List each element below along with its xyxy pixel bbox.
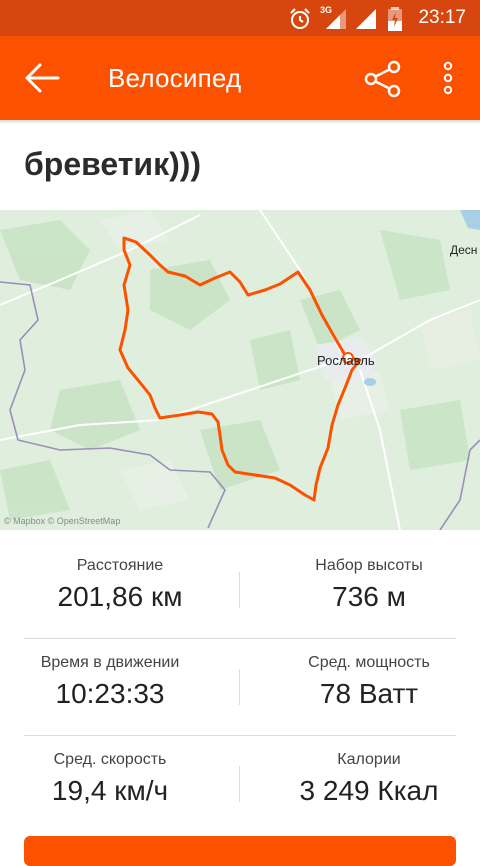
stat-label: Калории — [337, 751, 401, 768]
stat-distance: Расстояние 201,86 км — [0, 557, 240, 613]
stat-label: Набор высоты — [315, 557, 423, 574]
stat-value: 736 м — [332, 581, 406, 612]
share-icon[interactable] — [364, 60, 402, 98]
status-time: 23:17 — [418, 7, 466, 28]
row-divider — [24, 735, 456, 736]
stat-value: 19,4 км/ч — [51, 775, 169, 806]
column-divider — [239, 572, 240, 608]
map-label-edge-town: Десн — [450, 243, 477, 257]
stat-value: 201,86 км — [57, 581, 183, 612]
stat-label: Сред. мощность — [308, 654, 430, 671]
stat-calories: Калории 3 249 Ккал — [249, 751, 480, 807]
signal-strength-icon — [356, 9, 376, 29]
map-label-city: Рославль — [317, 353, 375, 368]
column-divider — [239, 766, 240, 802]
stat-value: 3 249 Ккал — [299, 775, 439, 806]
column-divider — [239, 669, 240, 705]
stat-moving-time: Время в движении 10:23:33 — [0, 654, 230, 710]
stat-value: 10:23:33 — [55, 678, 165, 709]
row-divider — [24, 638, 456, 639]
bottom-action-button[interactable] — [24, 836, 456, 866]
stat-value: 78 Ватт — [319, 678, 419, 709]
stat-label: Сред. скорость — [53, 751, 167, 768]
map-attribution: © Mapbox © OpenStreetMap — [4, 516, 120, 526]
stat-label: Время в движении — [40, 654, 180, 671]
alarm-icon — [290, 8, 310, 29]
app-bar-shadow — [0, 120, 480, 124]
more-options-icon[interactable] — [438, 58, 458, 98]
stat-avg-speed: Сред. скорость 19,4 км/ч — [0, 751, 230, 807]
page-title: Велосипед — [108, 63, 242, 93]
back-arrow-icon[interactable] — [22, 60, 62, 96]
stat-elevation-gain: Набор высоты 736 м — [249, 557, 480, 613]
route-map[interactable]: Десн Рославль © Mapbox © OpenStreetMap — [0, 210, 480, 530]
app-bar: Велосипед — [0, 36, 480, 120]
status-bar: 3G 23:17 — [0, 0, 480, 36]
stat-label: Расстояние — [76, 557, 164, 574]
activity-name: бреветик))) — [24, 146, 202, 182]
map-pond — [364, 378, 376, 386]
map-canvas: Десн Рославль © Mapbox © OpenStreetMap — [0, 210, 480, 530]
battery-charging-icon — [388, 7, 402, 31]
stat-avg-power: Сред. мощность 78 Ватт — [249, 654, 480, 710]
signal-3g-icon — [326, 9, 346, 29]
